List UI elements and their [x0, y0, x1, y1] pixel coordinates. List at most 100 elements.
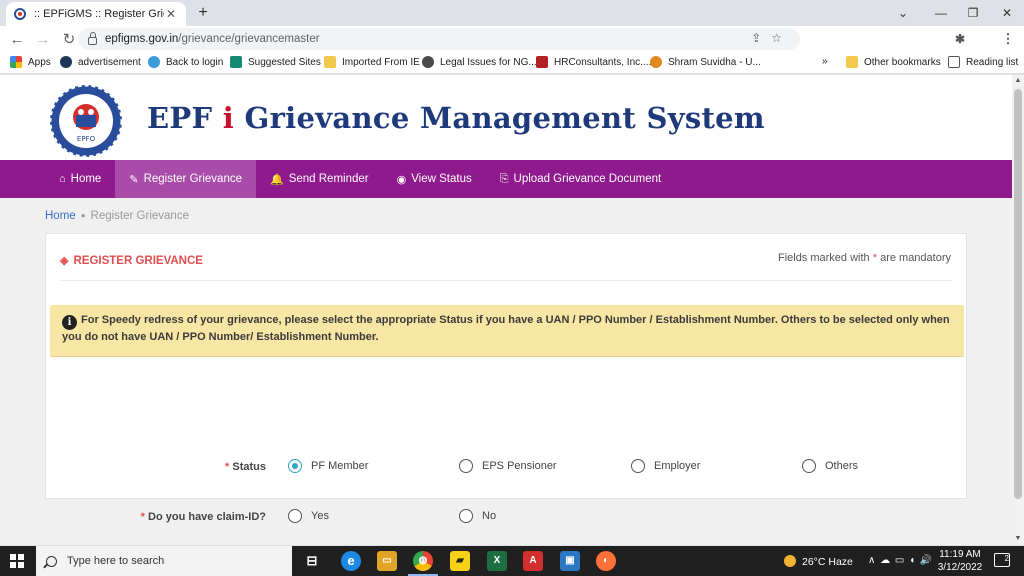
bookmark-imported-from-ie[interactable]: Imported From IE [324, 56, 420, 68]
radio-unchecked-icon [459, 459, 473, 473]
radio-unchecked-icon [631, 459, 645, 473]
taskbar-search-placeholder: Type here to search [67, 555, 165, 567]
breadcrumb-separator: ● [80, 211, 86, 220]
eye-icon: ◉ [396, 173, 407, 186]
extension-shield-icon[interactable]: ◆ [928, 31, 944, 47]
lock-icon [88, 32, 97, 45]
folder-icon [846, 56, 858, 68]
hr-icon [536, 56, 548, 68]
extensions-puzzle-icon[interactable]: ✱ [952, 31, 968, 47]
nav-register-grievance[interactable]: ✎ Register Grievance [115, 160, 256, 198]
bookmarks-overflow-icon[interactable]: » [822, 56, 828, 67]
divider [60, 280, 952, 281]
radio-unchecked-icon [459, 509, 473, 523]
tab-title: :: EPFiGMS :: Register Grievance [34, 8, 164, 20]
edit-icon: ✎ [129, 173, 139, 186]
excel-icon[interactable]: X [487, 551, 507, 571]
minimize-button[interactable]: — [926, 3, 956, 23]
extension-k-icon[interactable]: K [880, 31, 896, 47]
claim-id-no-radio[interactable]: No [459, 509, 496, 523]
status-label-row: * Status [225, 461, 266, 473]
heart-icon [148, 56, 160, 68]
claim-id-label: * Do you have claim-ID? [140, 511, 266, 523]
bookmark-legal-issues[interactable]: Legal Issues for NG... [422, 56, 537, 68]
extension-c-icon[interactable]: C [856, 31, 872, 47]
browser-menu-icon[interactable]: ⋮ [1000, 31, 1016, 47]
task-view-icon[interactable]: ⊟ [302, 551, 322, 571]
file-explorer-icon[interactable]: ▭ [377, 551, 397, 571]
new-tab-button[interactable]: + [194, 4, 212, 22]
reading-list-icon [948, 56, 960, 68]
advertisement-icon [60, 56, 72, 68]
address-bar[interactable]: epfigms.gov.in /grievance/grievancemaste… [78, 28, 800, 50]
windows-start-icon[interactable] [10, 554, 24, 568]
sun-haze-icon [784, 555, 796, 567]
profile-avatar-icon[interactable]: @ [976, 31, 992, 47]
nav-home[interactable]: ⌂ Home [45, 160, 115, 198]
bookmark-shram-suvidha[interactable]: Shram Suvidha - U... [650, 56, 761, 68]
bookmark-other[interactable]: Other bookmarks [846, 56, 941, 68]
clock-date: 3/12/2022 [937, 562, 983, 573]
status-employer-radio[interactable]: Employer [631, 459, 700, 473]
firefox-icon[interactable]: ◐ [596, 551, 616, 571]
url-host: epfigms.gov.in [105, 33, 179, 45]
extension-s-icon[interactable]: S [832, 31, 848, 47]
extension-code-icon[interactable]: <> [904, 31, 920, 47]
url-path: /grievance/grievancemaster [178, 33, 320, 45]
info-icon: i [62, 315, 77, 330]
notification-center-icon[interactable]: 2 [994, 553, 1010, 567]
forward-arrow-icon[interactable]: → [30, 31, 56, 48]
clock-time: 11:19 AM [939, 549, 981, 560]
sticky-notes-icon[interactable]: ▰ [450, 551, 470, 571]
chrome-icon[interactable]: ◍ [413, 551, 433, 571]
home-icon: ⌂ [59, 173, 66, 185]
status-pf-member-radio[interactable]: PF Member [288, 459, 368, 473]
share-and-bookmark-star-icon[interactable]: ⇪☆ [751, 31, 792, 45]
browser-tab[interactable]: :: EPFiGMS :: Register Grievance ✕ [6, 2, 186, 26]
tab-strip: :: EPFiGMS :: Register Grievance ✕ + ⌄ —… [0, 0, 1024, 26]
acrobat-icon[interactable]: A [523, 551, 543, 571]
back-arrow-icon[interactable]: ← [4, 31, 30, 48]
status-others-radio[interactable]: Others [802, 459, 858, 473]
notice-text: For Speedy redress of your grievance, pl… [62, 314, 950, 343]
nav-upload-grievance-document[interactable]: ⎘ Upload Grievance Document [486, 160, 675, 198]
globe-icon [422, 56, 434, 68]
restore-button[interactable]: ❐ [958, 3, 988, 23]
scroll-up-icon[interactable]: ▲ [1012, 75, 1024, 87]
epfo-logo-icon: EPFO [48, 83, 124, 159]
system-tray-icons[interactable]: ∧ ☁ ▭ ◖ 🔊 [868, 555, 933, 566]
info-notice: i For Speedy redress of your grievance, p… [50, 305, 964, 357]
reading-list[interactable]: Reading list [948, 56, 1018, 68]
main-nav: ⌂ Home ✎ Register Grievance 🔔 Send Reminder… [0, 160, 1012, 198]
bookmark-back-to-login[interactable]: Back to login [148, 56, 223, 68]
scroll-down-icon[interactable]: ▼ [1012, 533, 1024, 545]
weather-widget[interactable]: 26°C Haze [784, 555, 853, 568]
taskbar-search[interactable]: Type here to search [36, 546, 292, 576]
page-scrollbar[interactable]: ▲ ▼ [1012, 75, 1024, 545]
scrollbar-thumb[interactable] [1014, 89, 1022, 499]
bing-icon [230, 56, 242, 68]
bookmark-apps[interactable]: Apps [10, 56, 51, 68]
nav-view-status[interactable]: ◉ View Status [383, 160, 486, 198]
close-tab-icon[interactable]: ✕ [164, 7, 178, 21]
remote-desktop-icon[interactable]: ▣ [560, 551, 580, 571]
folder-icon [324, 56, 336, 68]
tab-search-button[interactable]: ⌄ [888, 3, 918, 23]
site-header: EPFO EPF i Grievance Management System [0, 75, 1012, 160]
claim-id-yes-radio[interactable]: Yes [288, 509, 329, 523]
search-icon [46, 555, 57, 567]
breadcrumb-home[interactable]: Home [45, 210, 76, 222]
epfo-favicon-icon [14, 8, 26, 20]
ie-icon[interactable]: e [341, 551, 361, 571]
bookmark-hrconsultants[interactable]: HRConsultants, Inc.... [536, 56, 651, 68]
bookmark-suggested-sites[interactable]: Suggested Sites [230, 56, 321, 68]
taskbar-clock[interactable]: 11:19 AM 3/12/2022 [932, 548, 988, 574]
bookmark-advertisement[interactable]: advertisement [60, 56, 141, 68]
status-eps-pensioner-radio[interactable]: EPS Pensioner [459, 459, 557, 473]
grammarly-extension-icon[interactable]: G [808, 31, 824, 47]
svg-text:EPFO: EPFO [77, 135, 96, 143]
site-title: EPF i Grievance Management System [147, 101, 765, 135]
nav-send-reminder[interactable]: 🔔 Send Reminder [256, 160, 383, 198]
close-window-button[interactable]: ✕ [992, 3, 1022, 23]
breadcrumb-current: Register Grievance [90, 210, 189, 222]
